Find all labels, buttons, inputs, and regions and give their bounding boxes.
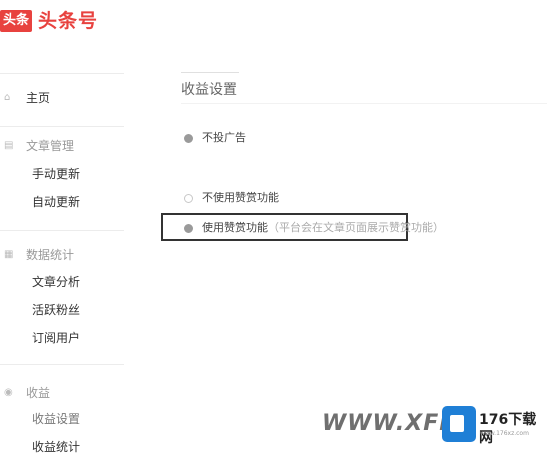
sidebar-divider — [0, 230, 124, 231]
page-title: 收益设置 — [181, 82, 237, 98]
sidebar-item-label: 手动更新 — [32, 167, 81, 181]
option-hint: （平台会在文章页面展示赞赏功能） — [268, 221, 444, 234]
toutiao-logo-badge[interactable]: 头条 — [0, 10, 32, 32]
sidebar-section-articles[interactable]: ▤ 文章管理 — [0, 135, 128, 157]
sidebar-item-label: 文章分析 — [32, 275, 81, 289]
sidebar-item-manual-update[interactable]: 手动更新 — [0, 163, 128, 185]
radio-button-use-reward[interactable] — [184, 224, 193, 233]
sidebar-item-revenue-settings[interactable]: 收益设置 — [0, 408, 128, 430]
top-header: 头条 头条号 — [0, 0, 547, 44]
sidebar-divider — [0, 126, 124, 127]
watermark-domain: www.176xz.com — [480, 430, 529, 437]
radio-button-no-reward[interactable] — [184, 194, 193, 203]
coin-icon: ◉ — [4, 387, 13, 398]
toutiao-logo-text[interactable]: 头条号 — [38, 9, 98, 33]
radio-button-no-ads[interactable] — [184, 134, 193, 143]
sidebar-item-home[interactable]: ⌂ 主页 — [0, 87, 128, 109]
document-icon: ▤ — [4, 140, 14, 151]
sidebar-divider — [0, 73, 124, 74]
sidebar-item-label: 收益设置 — [32, 412, 81, 426]
title-divider — [181, 103, 547, 104]
sidebar-item-label: 订阅用户 — [32, 331, 81, 345]
sidebar-item-revenue-stats[interactable]: 收益统计 — [0, 436, 128, 458]
sidebar-item-label: 自动更新 — [32, 195, 81, 209]
sidebar-section-label: 收益 — [26, 386, 51, 400]
option-label: 使用赞赏功能 — [202, 221, 268, 234]
sidebar-item-auto-update[interactable]: 自动更新 — [0, 191, 128, 213]
sidebar-section-label: 文章管理 — [26, 139, 75, 153]
sidebar-item-label: 主页 — [26, 91, 51, 105]
sidebar: ⌂ 主页 ▤ 文章管理 手动更新 自动更新 ▦ 数据统计 文章分析 活跃粉丝 订… — [0, 44, 130, 459]
option-text: 使用赞赏功能（平台会在文章页面展示赞赏功能） — [202, 220, 444, 236]
sidebar-divider — [0, 364, 124, 365]
sidebar-item-label: 活跃粉丝 — [32, 303, 81, 317]
sidebar-item-label: 收益统计 — [32, 440, 81, 454]
option-label: 不投广告 — [202, 131, 246, 144]
watermark-brand: 176下载网 — [479, 412, 537, 446]
sidebar-item-subscribers[interactable]: 订阅用户 — [0, 327, 128, 349]
sidebar-section-stats[interactable]: ▦ 数据统计 — [0, 244, 128, 266]
panel-tab-indicator — [181, 72, 239, 73]
sidebar-section-label: 数据统计 — [26, 248, 75, 262]
sidebar-item-article-analysis[interactable]: 文章分析 — [0, 271, 128, 293]
watermark-logo-icon — [442, 406, 476, 442]
chart-icon: ▦ — [4, 249, 14, 260]
sidebar-item-active-fans[interactable]: 活跃粉丝 — [0, 299, 128, 321]
home-icon: ⌂ — [4, 92, 11, 103]
sidebar-section-revenue[interactable]: ◉ 收益 — [0, 382, 128, 404]
option-label: 不使用赞赏功能 — [202, 191, 279, 204]
